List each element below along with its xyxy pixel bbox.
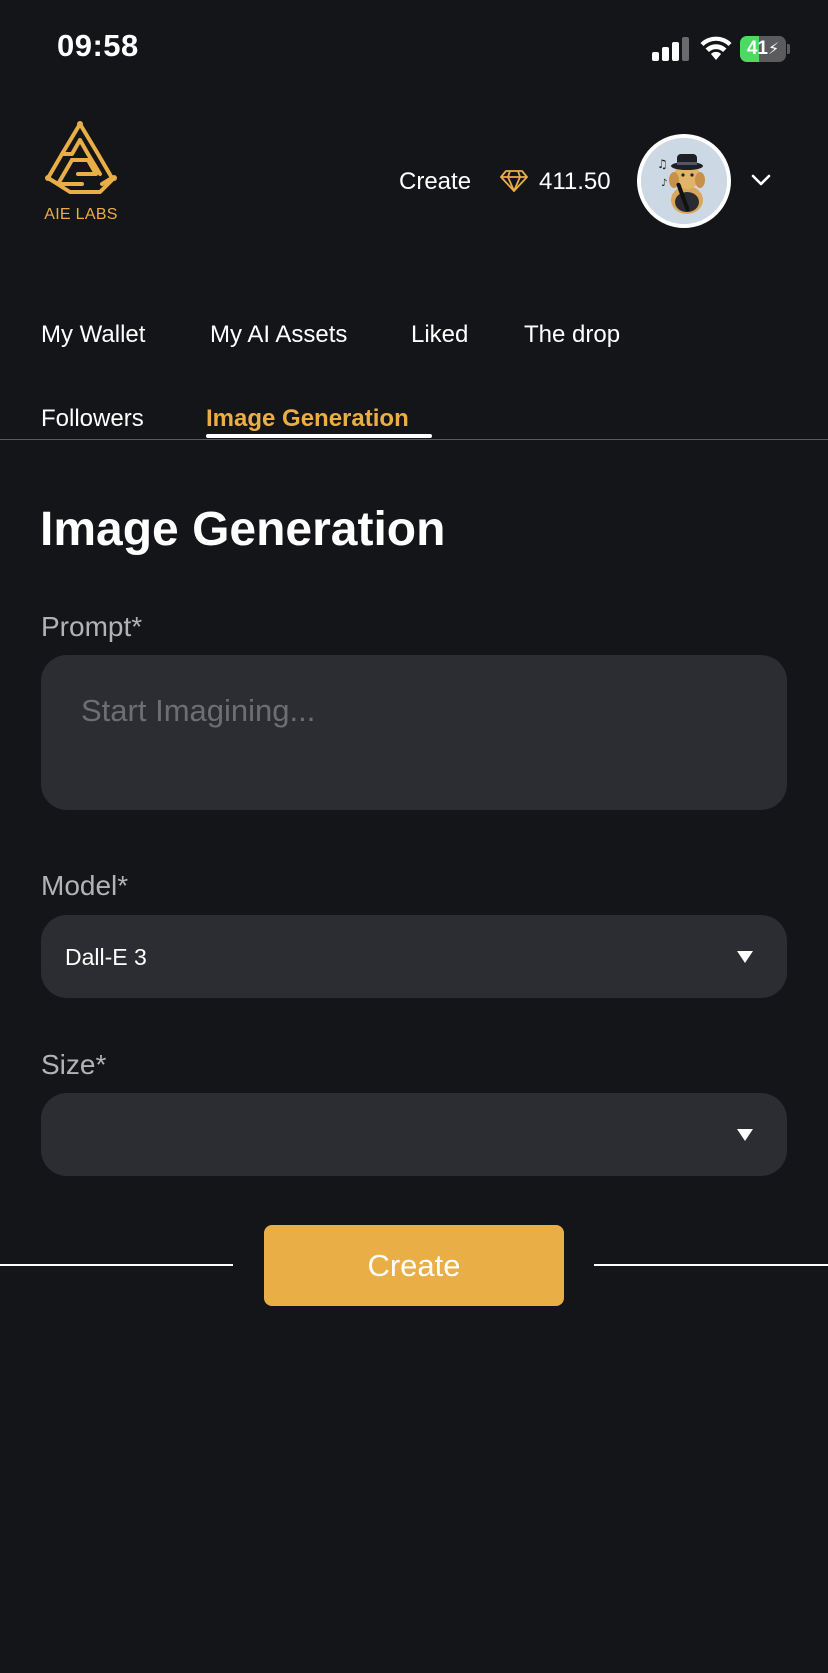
header-create-link[interactable]: Create [399, 168, 471, 196]
prompt-input[interactable] [41, 655, 787, 810]
gem-balance: 411.50 [539, 168, 611, 195]
wifi-icon [700, 36, 732, 62]
tab-liked[interactable]: Liked [411, 321, 468, 349]
page-title: Image Generation [40, 503, 446, 556]
size-select[interactable] [41, 1093, 787, 1176]
tab-image-generation[interactable]: Image Generation [206, 405, 409, 433]
tab-followers[interactable]: Followers [41, 405, 144, 433]
model-select-value: Dall-E 3 [65, 944, 147, 970]
gem-icon [500, 169, 528, 193]
divider-left [0, 1264, 233, 1266]
tab-my-ai-assets[interactable]: My AI Assets [210, 321, 347, 349]
battery-icon: 41⚡ [740, 36, 790, 62]
active-tab-indicator [206, 434, 432, 438]
divider-right [594, 1264, 828, 1266]
tabs-divider [0, 439, 828, 440]
chevron-down-icon[interactable] [750, 172, 772, 188]
cellular-signal-icon [652, 37, 692, 61]
dropdown-arrow-icon [736, 1128, 754, 1142]
battery-level: 41 [746, 38, 768, 59]
svg-text:♪: ♪ [661, 178, 667, 189]
create-button[interactable]: Create [264, 1225, 564, 1306]
prompt-label: Prompt* [41, 611, 143, 642]
tab-the-drop[interactable]: The drop [524, 321, 620, 349]
prompt-placeholder: Start Imagining... [81, 693, 316, 728]
logo-text: AIE LABS [44, 206, 118, 223]
model-select[interactable] [41, 915, 787, 998]
status-time: 09:58 [57, 28, 139, 63]
size-label: Size* [41, 1049, 107, 1080]
tab-my-wallet[interactable]: My Wallet [41, 321, 145, 349]
dropdown-arrow-icon [736, 950, 754, 964]
model-label: Model* [41, 870, 129, 901]
svg-text:♫: ♫ [657, 157, 668, 171]
avatar[interactable]: ♫ ♪ [637, 134, 731, 228]
